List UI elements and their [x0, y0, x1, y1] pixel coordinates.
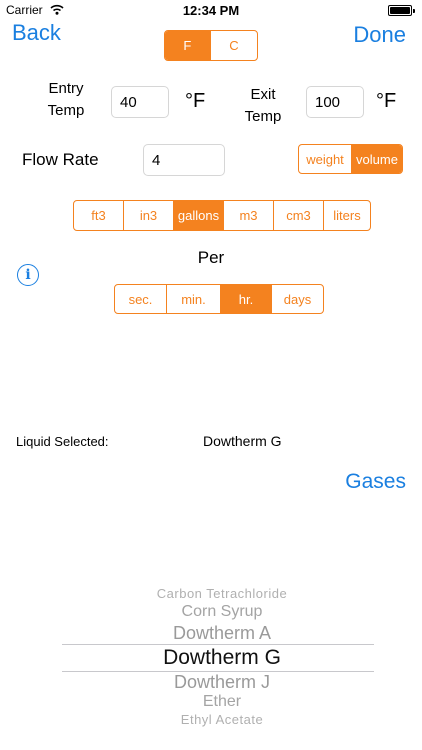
volume-unit-ft3[interactable]: ft3: [74, 201, 123, 230]
entry-temp-label-line1: Entry: [48, 80, 84, 97]
time-unit-min[interactable]: min.: [166, 285, 220, 313]
liquid-selected-label: Liquid Selected:: [16, 434, 109, 449]
entry-temp-label: Entry Temp: [36, 78, 96, 122]
volume-unit-segmented: ft3 in3 gallons m3 cm3 liters: [73, 200, 371, 231]
liquid-picker[interactable]: Carbon Tetrachloride Corn Syrup Dowtherm…: [0, 575, 422, 735]
time-unit-sec[interactable]: sec.: [115, 285, 166, 313]
flow-rate-field[interactable]: 4: [143, 144, 225, 176]
flow-rate-value: 4: [152, 151, 161, 169]
back-button[interactable]: Back: [12, 20, 61, 46]
exit-temp-unit: °F: [376, 90, 397, 112]
exit-temp-value: 100: [315, 93, 341, 111]
temp-unit-f[interactable]: F: [165, 31, 210, 60]
flow-mode-segmented: weight volume: [298, 144, 403, 174]
liquid-selected-value: Dowtherm G: [203, 433, 282, 449]
time-unit-segmented: sec. min. hr. days: [114, 284, 324, 314]
picker-item-selected[interactable]: Dowtherm G: [62, 646, 382, 670]
picker-item[interactable]: Ether: [62, 693, 382, 711]
gases-button[interactable]: Gases: [345, 470, 406, 494]
battery-icon: [388, 5, 415, 16]
per-label: Per: [197, 248, 225, 267]
volume-unit-liters[interactable]: liters: [323, 201, 370, 230]
volume-unit-gallons[interactable]: gallons: [173, 201, 223, 230]
picker-divider-top: [62, 644, 374, 645]
picker-item[interactable]: Ethyl Acetate: [62, 712, 382, 727]
picker-item[interactable]: Carbon Tetrachloride: [62, 586, 382, 601]
picker-item[interactable]: Dowtherm A: [62, 623, 382, 644]
picker-item[interactable]: Dowtherm J: [62, 672, 382, 693]
picker-item[interactable]: Corn Syrup: [62, 603, 382, 621]
exit-temp-label-line2: Temp: [244, 108, 282, 125]
flow-mode-volume[interactable]: volume: [351, 145, 402, 173]
status-time: 12:34 PM: [182, 3, 240, 18]
entry-temp-value: 40: [120, 93, 137, 111]
temp-unit-c[interactable]: C: [209, 31, 257, 60]
flow-rate-label: Flow Rate: [22, 150, 99, 169]
exit-temp-label: Exit Temp: [236, 84, 290, 128]
time-unit-hr[interactable]: hr.: [220, 285, 271, 313]
entry-temp-label-line2: Temp: [47, 102, 85, 119]
temp-unit-segmented: F C: [164, 30, 258, 61]
volume-unit-in3[interactable]: in3: [123, 201, 173, 230]
entry-temp-unit: °F: [185, 90, 206, 112]
entry-temp-field[interactable]: 40: [111, 86, 169, 118]
volume-unit-cm3[interactable]: cm3: [273, 201, 323, 230]
exit-temp-field[interactable]: 100: [306, 86, 364, 118]
volume-unit-m3[interactable]: m3: [223, 201, 273, 230]
time-unit-days[interactable]: days: [271, 285, 323, 313]
exit-temp-label-line1: Exit: [250, 86, 276, 103]
status-bar: Carrier 12:34 PM: [0, 0, 422, 20]
flow-mode-weight[interactable]: weight: [299, 145, 351, 173]
done-button[interactable]: Done: [353, 22, 406, 48]
